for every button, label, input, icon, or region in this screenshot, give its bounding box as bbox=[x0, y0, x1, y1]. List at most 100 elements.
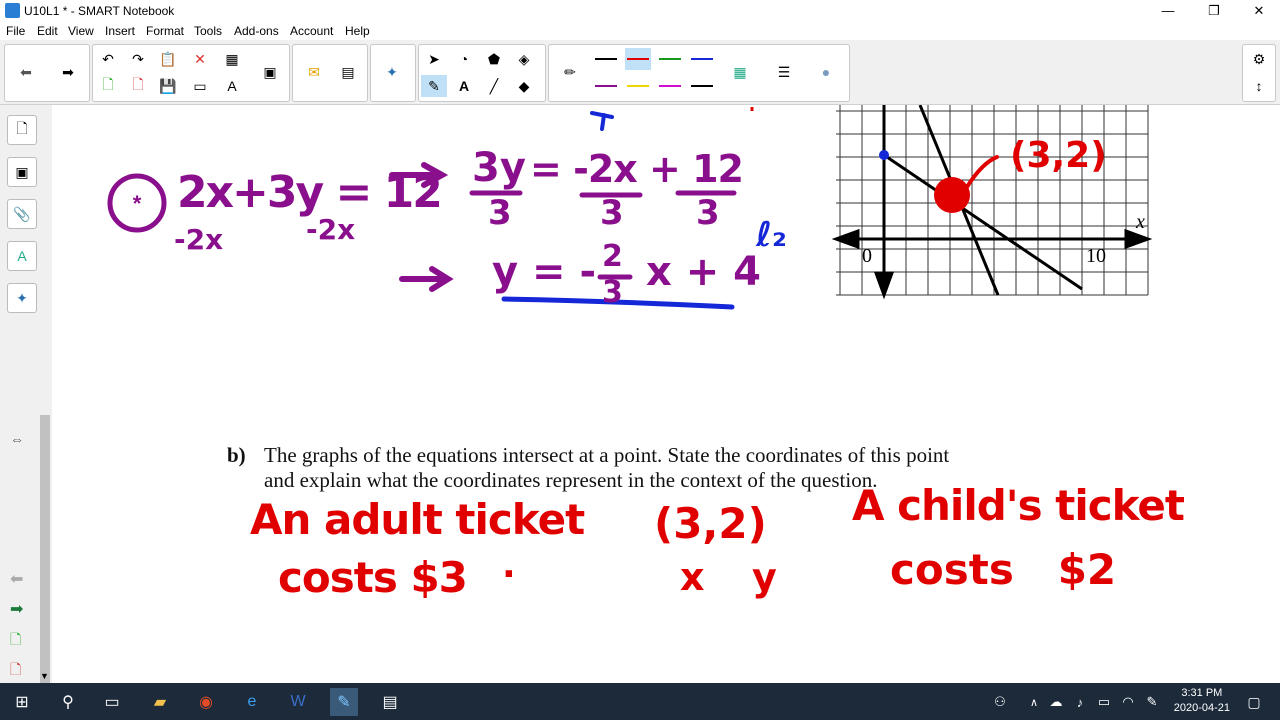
vertical-scrollbar[interactable]: ▼ bbox=[38, 105, 52, 705]
gallery-icon[interactable]: ▣ bbox=[7, 157, 37, 187]
title-bar: U10L1 * - SMART Notebook — ❐ ✕ bbox=[0, 0, 1280, 22]
redo-icon[interactable]: ↷ bbox=[125, 48, 151, 70]
menu-account[interactable]: Account bbox=[290, 24, 333, 38]
measurement-icon[interactable]: ▤ bbox=[335, 61, 361, 83]
tools-group: ➤ ◔ ⬟ ◈ ✎ A ╱ ◆ bbox=[418, 44, 546, 102]
menu-add-ons[interactable]: Add-ons bbox=[234, 24, 279, 38]
page-sorter-icon[interactable]: 🗋 bbox=[7, 115, 37, 145]
svg-text:*: * bbox=[133, 191, 142, 216]
pen-green[interactable] bbox=[657, 48, 683, 70]
table-icon[interactable]: ▦ bbox=[219, 48, 245, 70]
menu-format[interactable]: Format bbox=[146, 24, 184, 38]
edge-icon[interactable]: e bbox=[238, 688, 266, 716]
gear-icon[interactable]: ⚙ bbox=[1246, 48, 1272, 70]
attachments-icon[interactable]: 📎 bbox=[7, 199, 37, 229]
pen-magenta[interactable] bbox=[657, 75, 683, 97]
scrollbar-thumb[interactable] bbox=[40, 415, 50, 705]
ink-step-denominator-mid: 3 bbox=[600, 193, 624, 233]
menu-file[interactable]: File bbox=[6, 24, 25, 38]
question-line-1: The graphs of the equations intersect at… bbox=[264, 443, 950, 467]
side-back-arrow-icon[interactable]: ⬅ bbox=[10, 569, 23, 589]
intersection-point bbox=[934, 177, 970, 213]
line-tool-icon[interactable]: ╱ bbox=[481, 75, 507, 97]
minimize-button[interactable]: — bbox=[1145, 0, 1191, 22]
window-title: U10L1 * - SMART Notebook bbox=[24, 4, 175, 18]
search-icon[interactable]: ⚲ bbox=[54, 688, 82, 716]
graph-x-axis-label: x bbox=[1136, 211, 1145, 233]
eraser-icon[interactable]: ◆ bbox=[511, 75, 537, 97]
document-camera-icon[interactable]: ▣ bbox=[257, 61, 283, 83]
notifications-icon[interactable]: ▢ bbox=[1240, 688, 1268, 716]
pen-blue[interactable] bbox=[689, 48, 715, 70]
menu-insert[interactable]: Insert bbox=[105, 24, 135, 38]
nav-group: ⬅ ➡ bbox=[4, 44, 90, 102]
menu-tools[interactable]: Tools bbox=[194, 24, 222, 38]
ink-coordinate-y: y bbox=[752, 555, 777, 599]
pen-purple[interactable] bbox=[593, 75, 619, 97]
back-arrow-icon[interactable]: ⬅ bbox=[13, 61, 39, 83]
task-view-icon[interactable]: ▭ bbox=[98, 688, 126, 716]
pen-red[interactable] bbox=[625, 48, 651, 70]
shape-recognition-icon[interactable]: ◔ bbox=[451, 48, 477, 70]
select-arrow-icon[interactable]: ➤ bbox=[421, 48, 447, 70]
properties-icon[interactable]: A bbox=[7, 241, 37, 271]
line-style-icon[interactable]: ☰ bbox=[771, 61, 797, 83]
pen-workspace-icon[interactable]: ✎ bbox=[1138, 688, 1166, 716]
move-toolbar-icon[interactable]: ↕ bbox=[1246, 75, 1272, 97]
text-size-icon[interactable]: A bbox=[219, 75, 245, 97]
ink-adult-dot: . bbox=[502, 545, 516, 586]
pen-dashed[interactable] bbox=[689, 75, 715, 97]
side-add-page-icon[interactable]: 🗋 bbox=[10, 629, 21, 653]
shapes-icon[interactable]: ⬟ bbox=[481, 48, 507, 70]
undo-icon[interactable]: ↶ bbox=[95, 48, 121, 70]
smart-notebook-icon bbox=[5, 3, 20, 18]
fill-effects-icon[interactable]: ● bbox=[813, 61, 839, 83]
menu-help[interactable]: Help bbox=[345, 24, 370, 38]
ink-step-denominator-left: 3 bbox=[488, 193, 512, 233]
forward-arrow-icon[interactable]: ➡ bbox=[55, 61, 81, 83]
people-icon[interactable]: ⚇ bbox=[986, 688, 1014, 716]
save-icon[interactable]: 💾 bbox=[155, 75, 181, 97]
windows-start-icon[interactable]: ⊞ bbox=[8, 688, 36, 716]
screen-shade-icon[interactable]: ▭ bbox=[187, 75, 213, 97]
delete-icon[interactable]: ✕ bbox=[187, 48, 213, 70]
delete-page-icon[interactable]: 🗋 bbox=[125, 75, 151, 97]
ink-equation-standard: 2x+3y = 12 bbox=[177, 167, 443, 218]
puzzle-icon[interactable]: ✦ bbox=[379, 61, 405, 83]
color-palette-icon[interactable]: ▦ bbox=[727, 61, 753, 83]
resize-sidebar-icon[interactable]: ⇔ bbox=[10, 431, 24, 447]
notebook-canvas[interactable]: * 2x+3y = 12 -2x -2x 3y 3 = -2x + 12 3 3… bbox=[52, 105, 1280, 683]
menu-view[interactable]: View bbox=[68, 24, 94, 38]
smart-notebook-taskbar-icon[interactable]: ✎ bbox=[330, 688, 358, 716]
pen-icon[interactable]: ✏ bbox=[557, 61, 583, 83]
menu-bar: File Edit View Insert Format Tools Add-o… bbox=[0, 22, 1280, 40]
ink-step-right-side: = -2x + 12 bbox=[530, 147, 744, 191]
scroll-down-icon[interactable]: ▼ bbox=[40, 671, 49, 681]
maximize-button[interactable]: ❐ bbox=[1191, 0, 1237, 22]
file-explorer-icon[interactable]: ▰ bbox=[146, 688, 174, 716]
paste-icon[interactable]: 📋 bbox=[155, 48, 181, 70]
edit-group: ↶ ↷ 📋 ✕ ▦ 🗋 🗋 💾 ▭ A ▣ bbox=[92, 44, 290, 102]
close-button[interactable]: ✕ bbox=[1236, 0, 1280, 22]
ink-child-line-2: costs $2 bbox=[890, 545, 1117, 594]
pen-yellow[interactable] bbox=[625, 75, 651, 97]
side-forward-arrow-icon[interactable]: ➡ bbox=[10, 599, 23, 619]
menu-edit[interactable]: Edit bbox=[37, 24, 58, 38]
pens-icon[interactable]: ✎ bbox=[421, 75, 447, 97]
chrome-icon[interactable]: ◉ bbox=[192, 688, 220, 716]
ink-coordinate-x: x bbox=[680, 555, 705, 599]
activity-group: ✉ ▤ bbox=[292, 44, 368, 102]
question-part-label: b) bbox=[227, 443, 246, 467]
response-icon[interactable]: ✉ bbox=[301, 61, 327, 83]
side-delete-page-icon[interactable]: 🗋 bbox=[10, 659, 21, 683]
system-clock[interactable]: 3:31 PM 2020-04-21 bbox=[1174, 686, 1230, 716]
word-icon[interactable]: W bbox=[284, 688, 312, 716]
fill-icon[interactable]: ◈ bbox=[511, 48, 537, 70]
app-taskbar-icon[interactable]: ▤ bbox=[376, 688, 404, 716]
pen-black[interactable] bbox=[593, 48, 619, 70]
add-page-icon[interactable]: 🗋 bbox=[95, 75, 121, 97]
ink-step-denominator-right: 3 bbox=[696, 193, 720, 233]
addons-tab-icon[interactable]: ✦ bbox=[7, 283, 37, 313]
side-tab-bar: 🗋 ▣ 📎 A ✦ ⇔ ⬅ ➡ 🗋 🗋 bbox=[0, 105, 39, 683]
text-tool-icon[interactable]: A bbox=[451, 75, 477, 97]
